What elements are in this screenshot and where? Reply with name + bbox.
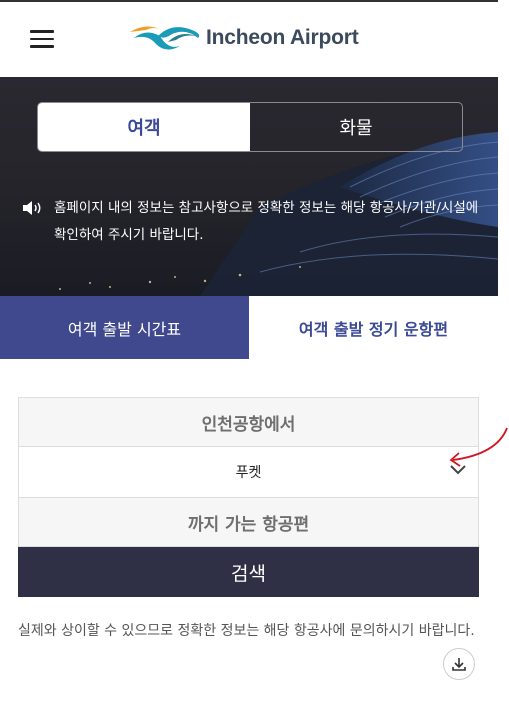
tab-regular-departures[interactable]: 여객 출발 정기 운항편 xyxy=(249,296,498,359)
tab-departure-timetable[interactable]: 여객 출발 시간표 xyxy=(0,296,249,359)
passenger-cargo-toggle: 여객 화물 xyxy=(37,102,463,152)
destination-select[interactable]: 푸켓 xyxy=(18,447,479,497)
from-incheon-label: 인천공항에서 xyxy=(18,397,479,447)
notice-text: 홈페이지 내의 정보는 참고사항으로 정확한 정보는 해당 항공사/기관/시설에… xyxy=(54,200,479,243)
info-notice: 홈페이지 내의 정보는 참고사항으로 정확한 정보는 해당 항공사/기관/시설에… xyxy=(22,195,482,249)
download-button[interactable] xyxy=(443,648,475,680)
search-button[interactable]: 검색 xyxy=(18,547,479,597)
toggle-cargo[interactable]: 화물 xyxy=(250,103,462,151)
hamburger-menu-icon[interactable] xyxy=(30,30,54,48)
download-icon xyxy=(452,658,466,671)
toggle-passenger[interactable]: 여객 xyxy=(38,103,250,151)
annotation-arrow-icon xyxy=(449,427,508,467)
logo[interactable]: Incheon Airport xyxy=(128,20,359,56)
to-label: 까지 가는 항공편 xyxy=(18,497,479,547)
logo-text: Incheon Airport xyxy=(206,26,359,49)
logo-swoosh-icon xyxy=(130,26,200,50)
hero-banner: 여객 화물 홈페이지 내의 정보는 참고사항으로 정확한 정보는 해당 항공사/… xyxy=(0,77,498,296)
disclaimer-text: 실제와 상이할 수 있으므로 정확한 정보는 해당 항공사에 문의하시기 바랍니… xyxy=(18,623,475,639)
schedule-tabs: 여객 출발 시간표 여객 출발 정기 운항편 xyxy=(0,296,498,359)
speaker-icon xyxy=(23,201,41,215)
destination-value: 푸켓 xyxy=(235,465,262,481)
site-header: Incheon Airport xyxy=(0,2,498,77)
flight-search-form: 인천공항에서 푸켓 까지 가는 항공편 검색 xyxy=(18,397,479,597)
